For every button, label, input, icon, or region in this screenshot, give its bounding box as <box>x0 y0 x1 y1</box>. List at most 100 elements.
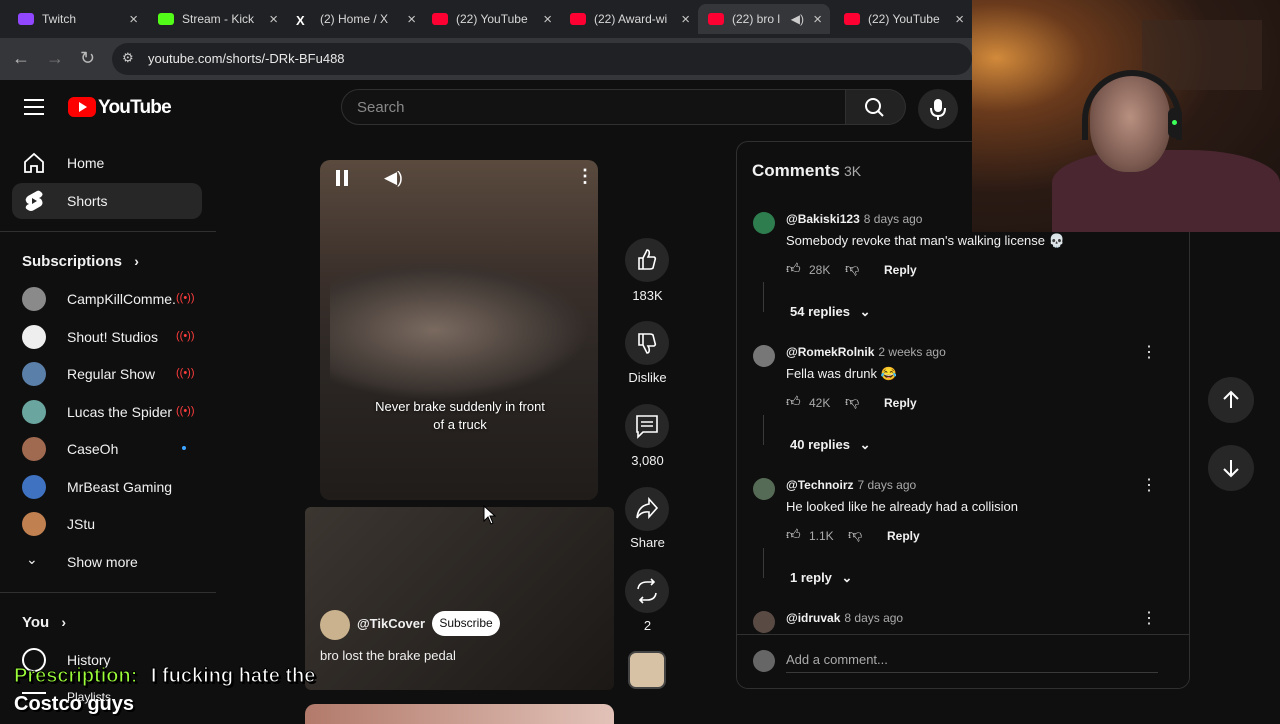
pause-icon[interactable] <box>334 170 350 188</box>
dislike-button[interactable] <box>625 321 669 365</box>
browser-tab[interactable]: (22) YouTube × <box>834 4 972 34</box>
close-tab-icon[interactable]: × <box>813 11 822 28</box>
reply-button[interactable]: Reply <box>884 396 917 410</box>
sidebar-item-subscription[interactable]: CampKillComme... ((•)) <box>22 284 202 314</box>
show-replies-button[interactable]: 54 replies ⌄ <box>790 304 871 320</box>
avatar <box>22 287 46 311</box>
show-more-label: Show more <box>67 554 138 570</box>
address-bar[interactable]: ⚙ youtube.com/shorts/-DRk-BFu488 <box>112 43 972 75</box>
sidebar-item-subscription[interactable]: CaseOh <box>22 434 202 464</box>
avatar[interactable] <box>753 345 775 367</box>
search-button[interactable] <box>846 89 906 125</box>
sidebar-item-subscription[interactable]: Shout! Studios ((•)) <box>22 322 202 352</box>
more-options-icon[interactable]: ⋮ <box>1141 342 1157 362</box>
back-icon[interactable]: ← <box>12 48 30 69</box>
live-icon: ((•)) <box>176 330 195 342</box>
streamer-body <box>1052 150 1280 232</box>
avatar[interactable] <box>753 611 775 633</box>
close-tab-icon[interactable]: × <box>955 11 964 28</box>
close-tab-icon[interactable]: × <box>129 11 138 28</box>
browser-tab[interactable]: Stream - Kick × <box>148 4 286 34</box>
thread-line <box>763 548 764 578</box>
channel-name: Lucas the Spider <box>67 404 173 420</box>
avatar[interactable] <box>753 478 775 500</box>
sound-thumbnail[interactable] <box>628 651 666 689</box>
youtube-icon <box>844 13 860 25</box>
menu-icon[interactable] <box>24 99 44 115</box>
comment-username[interactable]: @Bakiski123 <box>786 212 860 226</box>
thumbs-up-icon[interactable]: 👍︎ <box>786 526 801 543</box>
avatar <box>753 650 775 672</box>
share-icon <box>636 496 659 520</box>
reply-button[interactable]: Reply <box>887 529 920 543</box>
comment-author[interactable]: @RomekRolnik 2 weeks ago <box>786 345 946 359</box>
browser-tab[interactable]: (22) Award-wi × <box>560 4 698 34</box>
sidebar-item-home[interactable]: Home <box>12 145 202 181</box>
sidebar-item-shorts[interactable]: Shorts <box>12 183 202 219</box>
volume-icon[interactable]: ◀) <box>384 168 403 188</box>
sidebar-item-subscription[interactable]: Regular Show ((•)) <box>22 359 202 389</box>
subscriptions-heading[interactable]: Subscriptions › <box>22 253 139 270</box>
previous-short-button[interactable] <box>1208 377 1254 423</box>
forward-icon[interactable]: → <box>46 48 64 69</box>
comment-username[interactable]: @idruvak <box>786 611 840 625</box>
avatar <box>22 400 46 424</box>
like-button[interactable] <box>625 238 669 282</box>
avatar[interactable] <box>753 212 775 234</box>
reload-icon[interactable]: ↻ <box>80 48 95 69</box>
thumbs-down-icon[interactable]: 👎︎ <box>845 260 859 277</box>
show-replies-button[interactable]: 40 replies ⌄ <box>790 437 871 453</box>
add-comment-input[interactable]: Add a comment... <box>786 651 1158 673</box>
comment-username[interactable]: @Technoirz <box>786 478 853 492</box>
browser-tab-active[interactable]: (22) bro l ◀) × <box>698 4 830 34</box>
sidebar-item-subscription[interactable]: Lucas the Spider ((•)) <box>22 397 202 427</box>
comment-username[interactable]: @RomekRolnik <box>786 345 874 359</box>
more-options-icon[interactable]: ⋮ <box>1141 475 1157 495</box>
sidebar-item-subscription[interactable]: JStu <box>22 509 202 539</box>
more-options-icon[interactable]: ⋮ <box>1141 608 1157 628</box>
sidebar-item-label: Home <box>67 155 105 171</box>
youtube-logo-text[interactable]: YouTube <box>98 97 172 119</box>
remix-button[interactable] <box>625 569 669 613</box>
thumbs-down-icon[interactable]: 👎︎ <box>845 393 859 410</box>
browser-tab[interactable]: (22) YouTube × <box>422 4 560 34</box>
subscribe-button[interactable]: Subscribe <box>432 611 500 636</box>
search-input[interactable]: Search <box>341 89 846 125</box>
browser-tab[interactable]: Twitch × <box>8 4 146 34</box>
comment-author[interactable]: @idruvak 8 days ago <box>786 611 903 625</box>
reply-button[interactable]: Reply <box>884 263 917 277</box>
comment-author[interactable]: @Bakiski123 8 days ago <box>786 212 922 226</box>
comment-author[interactable]: @Technoirz 7 days ago <box>786 478 916 492</box>
close-tab-icon[interactable]: × <box>269 11 278 28</box>
you-heading[interactable]: You › <box>22 614 66 631</box>
thumbs-up-icon[interactable]: 👍︎ <box>786 393 801 410</box>
comments-button[interactable] <box>625 404 669 448</box>
you-title: You <box>22 614 50 631</box>
search-icon <box>865 98 884 117</box>
short-video-player[interactable] <box>320 160 598 500</box>
like-count: 42K <box>809 396 831 410</box>
chevron-down-icon: ⌄ <box>26 551 38 567</box>
show-more-button[interactable]: ⌄ Show more <box>22 547 202 577</box>
channel-name[interactable]: @TikCover <box>357 616 425 631</box>
share-button[interactable] <box>625 487 669 531</box>
youtube-logo-icon[interactable] <box>68 97 96 117</box>
next-short-preview[interactable] <box>305 704 614 724</box>
more-options-icon[interactable]: ⋮ <box>576 166 594 187</box>
close-tab-icon[interactable]: × <box>543 11 552 28</box>
close-tab-icon[interactable]: × <box>407 11 416 28</box>
close-tab-icon[interactable]: × <box>681 11 690 28</box>
voice-search-button[interactable] <box>918 89 958 129</box>
comment-icon <box>636 415 658 439</box>
browser-tab[interactable]: X (2) Home / X × <box>286 4 424 34</box>
site-settings-icon[interactable]: ⚙ <box>122 50 134 66</box>
next-short-button[interactable] <box>1208 445 1254 491</box>
x-icon: X <box>296 13 305 28</box>
channel-avatar[interactable] <box>320 610 350 640</box>
thumbs-up-icon[interactable]: 👍︎ <box>786 260 801 277</box>
thumbs-down-icon[interactable]: 👎︎ <box>848 526 862 543</box>
sidebar-item-subscription[interactable]: MrBeast Gaming <box>22 472 202 502</box>
chevron-right-icon: › <box>134 253 139 269</box>
show-replies-button[interactable]: 1 reply ⌄ <box>790 570 852 586</box>
speaker-icon[interactable]: ◀) <box>791 12 804 26</box>
